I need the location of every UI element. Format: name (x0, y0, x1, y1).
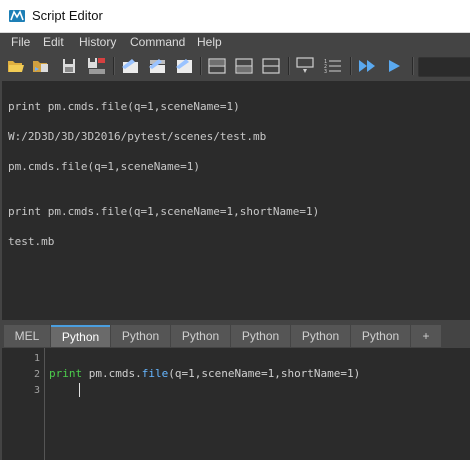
output-line: W:/2D3D/3D/3D2016/pytest/scenes/test.mb (8, 130, 267, 143)
tab-python-5[interactable]: Python (291, 325, 350, 347)
command-search-field[interactable] (418, 57, 470, 77)
code-keyword: print (49, 367, 83, 380)
clear-input-icon[interactable] (146, 55, 168, 77)
tab-python-4[interactable]: Python (231, 325, 290, 347)
menu-help[interactable]: Help (197, 35, 222, 49)
open-script-icon[interactable] (5, 55, 27, 77)
echo-all-commands-icon[interactable] (294, 55, 316, 77)
script-input-editor[interactable]: 1 2 3 print pm.cmds.file(q=1,sceneName=1… (2, 348, 470, 460)
code-module: pm.cmds. (88, 367, 142, 380)
tab-python-1[interactable]: Python (51, 325, 110, 347)
line-numbers-icon[interactable]: 123 (322, 55, 344, 77)
show-both-icon[interactable] (260, 55, 282, 77)
svg-text:3: 3 (324, 69, 327, 75)
tab-python-3[interactable]: Python (171, 325, 230, 347)
text-caret (79, 383, 80, 397)
execute-all-icon[interactable] (356, 55, 378, 77)
tab-python-2[interactable]: Python (111, 325, 170, 347)
execute-icon[interactable] (383, 55, 405, 77)
line-number: 1 (33, 353, 40, 364)
save-script-icon[interactable] (58, 55, 80, 77)
title-bar: Script Editor (0, 0, 470, 33)
menu-file[interactable]: File (11, 35, 30, 49)
output-line: test.mb (8, 235, 55, 248)
line-number: 3 (33, 385, 40, 396)
tab-mel[interactable]: MEL (4, 325, 50, 347)
line-number: 2 (33, 369, 40, 380)
menu-command[interactable]: Command (130, 35, 185, 49)
source-script-icon[interactable] (30, 55, 52, 77)
save-to-shelf-icon[interactable] (86, 55, 108, 77)
clear-all-icon[interactable] (173, 55, 195, 77)
code-function: file (141, 367, 169, 380)
menu-bar: File Edit History Command Help (0, 33, 470, 52)
code-line[interactable]: print pm.cmds.file(q=1,sceneName=1,short… (49, 367, 360, 380)
menu-history[interactable]: History (79, 35, 116, 49)
code-args: (q=1,sceneName=1,shortName=1) (168, 367, 361, 380)
tab-python-6[interactable]: Python (351, 325, 410, 347)
history-output-pane[interactable]: print pm.cmds.file(q=1,sceneName=1) W:/2… (2, 81, 470, 320)
clear-history-icon[interactable] (119, 55, 141, 77)
maya-app-icon (9, 10, 25, 22)
toolbar: 123 (0, 52, 470, 80)
tab-bar: MEL Python Python Python Python Python P… (0, 324, 470, 348)
line-number-gutter: 1 2 3 (2, 348, 44, 460)
add-tab-button[interactable]: + (411, 325, 441, 347)
output-line: print pm.cmds.file(q=1,sceneName=1) (8, 100, 240, 113)
window-title: Script Editor (32, 8, 103, 23)
menu-edit[interactable]: Edit (43, 35, 64, 49)
output-line: pm.cmds.file(q=1,sceneName=1) (8, 160, 201, 173)
show-input-only-icon[interactable] (233, 55, 255, 77)
output-line: print pm.cmds.file(q=1,sceneName=1,short… (8, 205, 320, 218)
show-history-only-icon[interactable] (206, 55, 228, 77)
